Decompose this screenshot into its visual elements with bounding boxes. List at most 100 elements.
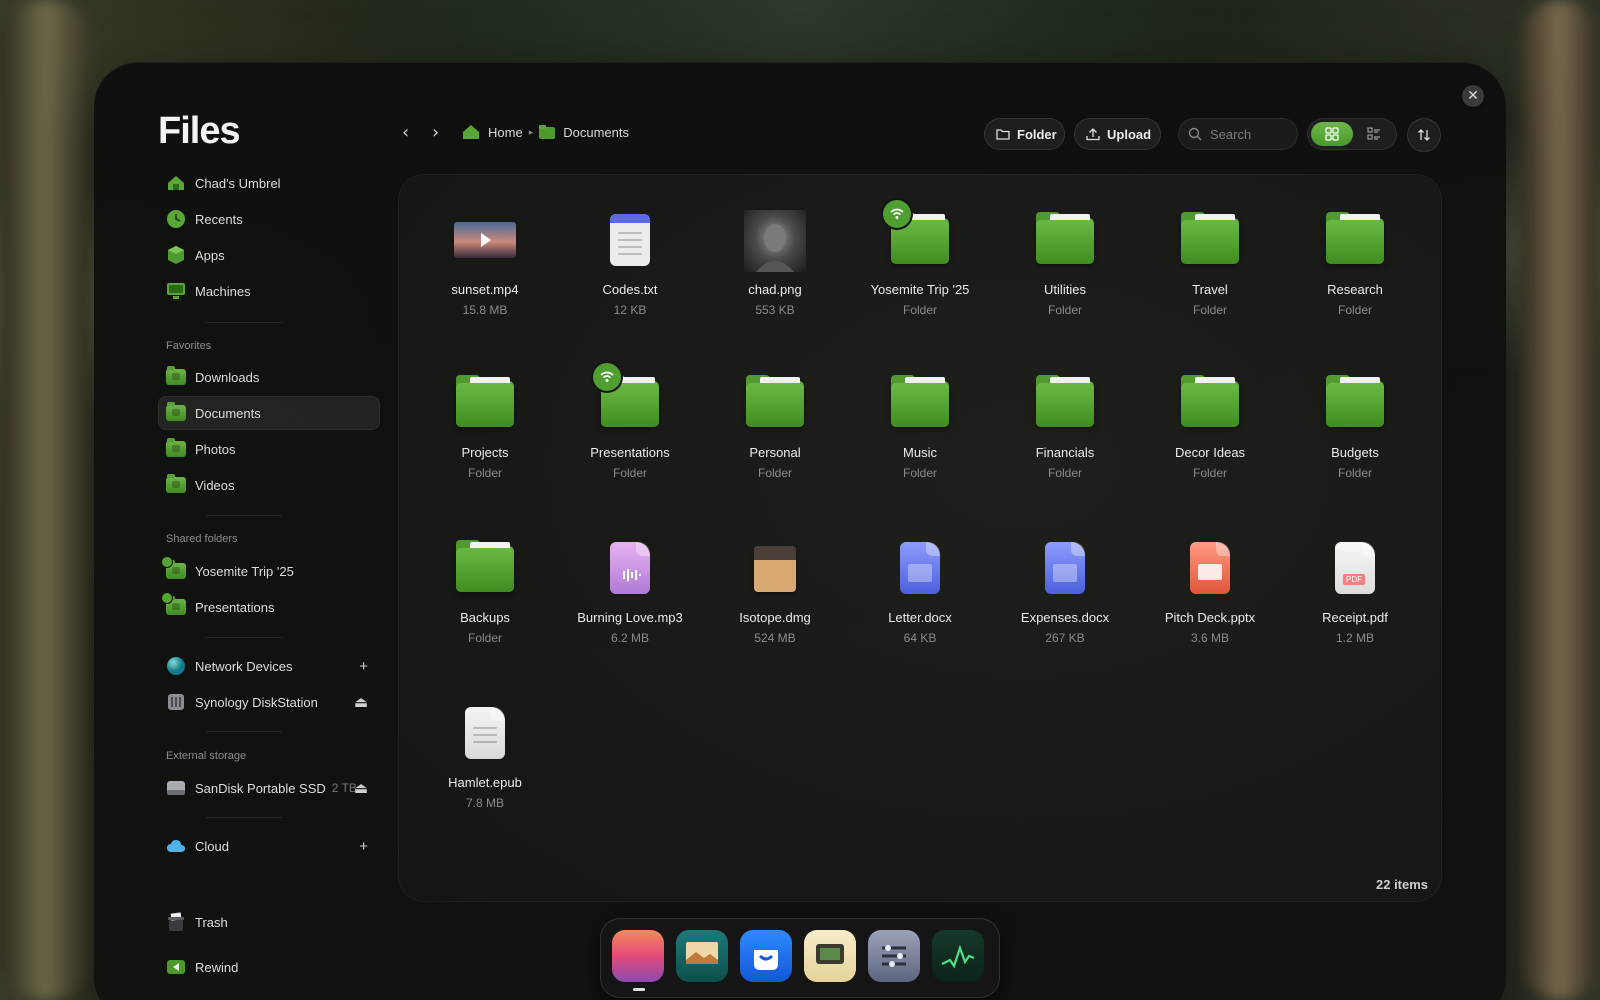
- nas-icon: [166, 692, 186, 712]
- grid-icon: [1325, 127, 1339, 141]
- folder-item[interactable]: Research Folder: [1290, 210, 1420, 317]
- item-thumbnail: PDF: [1324, 538, 1386, 600]
- favorites-header: Favorites: [166, 340, 212, 352]
- sidebar-item-trash[interactable]: Trash: [158, 905, 380, 939]
- dock-activity-icon[interactable]: [932, 930, 984, 982]
- item-name: sunset.mp4: [451, 282, 519, 297]
- folder-icon: [166, 474, 186, 495]
- eject-icon[interactable]: ⏏: [354, 779, 368, 797]
- sidebar-item-recents[interactable]: Recents: [158, 202, 380, 236]
- sidebar-item-documents[interactable]: Documents: [158, 396, 380, 430]
- add-network-device-icon[interactable]: +: [359, 658, 368, 675]
- sidebar-item-apps[interactable]: Apps: [158, 238, 380, 272]
- sidebar-item-presentations[interactable]: Presentations: [158, 590, 380, 624]
- breadcrumb: Home ▸ Documents: [462, 124, 629, 140]
- shared-wifi-icon: [883, 200, 911, 228]
- folder-item[interactable]: Presentations Folder: [565, 363, 695, 480]
- sidebar-item-synology[interactable]: Synology DiskStation ⏏: [158, 685, 380, 719]
- ebook-file-icon: [465, 707, 505, 759]
- dock-machine-icon[interactable]: [804, 930, 856, 982]
- breadcrumb-separator-icon: ▸: [528, 126, 534, 137]
- item-name: Decor Ideas: [1174, 445, 1246, 460]
- item-thumbnail: [1179, 538, 1241, 600]
- item-name: Presentations: [590, 445, 670, 460]
- item-name: chad.png: [748, 282, 802, 297]
- folder-item[interactable]: Travel Folder: [1145, 210, 1275, 317]
- sidebar-item-cloud[interactable]: Cloud +: [158, 829, 380, 863]
- sidebar-item-label: Synology DiskStation: [195, 694, 318, 710]
- sidebar-item-yosemite-trip[interactable]: Yosemite Trip '25: [158, 554, 380, 588]
- dock-files-icon[interactable]: [612, 930, 664, 982]
- item-meta: 12 KB: [613, 303, 647, 317]
- breadcrumb-current[interactable]: Documents: [563, 125, 629, 140]
- dock-app-store-icon[interactable]: [740, 930, 792, 982]
- sidebar-item-videos[interactable]: Videos: [158, 468, 380, 502]
- sidebar-item-label: Photos: [195, 441, 236, 457]
- sidebar-item-home[interactable]: Chad's Umbrel: [158, 166, 380, 200]
- sort-button[interactable]: [1407, 118, 1441, 152]
- dock-settings-icon[interactable]: [868, 930, 920, 982]
- folder-item[interactable]: Yosemite Trip '25 Folder: [855, 200, 985, 317]
- folder-item[interactable]: Budgets Folder: [1290, 373, 1420, 480]
- file-item[interactable]: Codes.txt 12 KB: [565, 210, 695, 317]
- home-icon: [462, 124, 480, 140]
- item-meta: Folder: [1047, 303, 1082, 317]
- sidebar-item-rewind[interactable]: Rewind: [158, 950, 380, 984]
- folder-item[interactable]: Financials Folder: [1000, 373, 1130, 480]
- item-thumbnail: [599, 210, 661, 272]
- item-meta: Folder: [467, 631, 502, 645]
- forward-button[interactable]: ›: [432, 122, 439, 143]
- grid-view-button[interactable]: [1311, 122, 1353, 146]
- item-name: Budgets: [1331, 445, 1379, 460]
- folder-item[interactable]: Music Folder: [855, 373, 985, 480]
- sidebar-divider: [206, 322, 282, 323]
- sidebar-item-sandisk[interactable]: SanDisk Portable SSD 2 TB ⏏: [158, 771, 380, 805]
- eject-icon[interactable]: ⏏: [354, 693, 368, 711]
- word-document-icon: [1045, 542, 1085, 594]
- search-input[interactable]: [1210, 126, 1290, 142]
- item-name: Hamlet.epub: [448, 775, 522, 790]
- sidebar-item-machines[interactable]: Machines: [158, 274, 380, 308]
- text-file-icon: [610, 214, 650, 266]
- folder-item[interactable]: Projects Folder: [420, 373, 550, 480]
- sidebar-item-label: Documents: [195, 405, 261, 421]
- search-icon: [1188, 127, 1202, 141]
- add-cloud-icon[interactable]: +: [359, 838, 368, 855]
- search-box[interactable]: [1178, 118, 1298, 150]
- file-item[interactable]: Hamlet.epub 7.8 MB: [420, 703, 550, 810]
- folder-icon: [1036, 212, 1094, 264]
- item-thumbnail: [1324, 373, 1386, 435]
- file-item[interactable]: Pitch Deck.pptx 3.6 MB: [1145, 538, 1275, 645]
- file-item[interactable]: PDF Receipt.pdf 1.2 MB: [1290, 538, 1420, 645]
- item-thumbnail: [889, 373, 951, 435]
- close-window-button[interactable]: ✕: [1462, 85, 1484, 107]
- file-item[interactable]: sunset.mp4 15.8 MB: [420, 210, 550, 317]
- file-item[interactable]: Expenses.docx 267 KB: [1000, 538, 1130, 645]
- upload-button[interactable]: Upload: [1074, 118, 1161, 150]
- folder-item[interactable]: Personal Folder: [710, 373, 840, 480]
- file-item[interactable]: Isotope.dmg 524 MB: [710, 538, 840, 645]
- folder-icon: [539, 125, 556, 139]
- cloud-icon: [166, 836, 186, 856]
- new-folder-button[interactable]: Folder: [984, 118, 1065, 150]
- file-item[interactable]: chad.png 553 KB: [710, 210, 840, 317]
- file-item[interactable]: Letter.docx 64 KB: [855, 538, 985, 645]
- item-name: Travel: [1192, 282, 1228, 297]
- item-thumbnail: [889, 538, 951, 600]
- back-button[interactable]: ‹: [402, 122, 409, 143]
- folder-item[interactable]: Decor Ideas Folder: [1145, 373, 1275, 480]
- list-view-button[interactable]: [1353, 122, 1395, 146]
- sidebar-item-network-devices[interactable]: Network Devices +: [158, 649, 380, 683]
- file-item[interactable]: Burning Love.mp3 6.2 MB: [565, 538, 695, 645]
- dock-photos-icon[interactable]: [676, 930, 728, 982]
- folder-item[interactable]: Backups Folder: [420, 538, 550, 645]
- sidebar-item-downloads[interactable]: Downloads: [158, 360, 380, 394]
- folder-icon: [746, 375, 804, 427]
- breadcrumb-home[interactable]: Home: [488, 125, 523, 140]
- sidebar-item-photos[interactable]: Photos: [158, 432, 380, 466]
- item-meta: Folder: [612, 466, 647, 480]
- pdf-badge: PDF: [1343, 574, 1365, 585]
- folder-icon: [1181, 375, 1239, 427]
- folder-item[interactable]: Utilities Folder: [1000, 210, 1130, 317]
- item-name: Letter.docx: [888, 610, 952, 625]
